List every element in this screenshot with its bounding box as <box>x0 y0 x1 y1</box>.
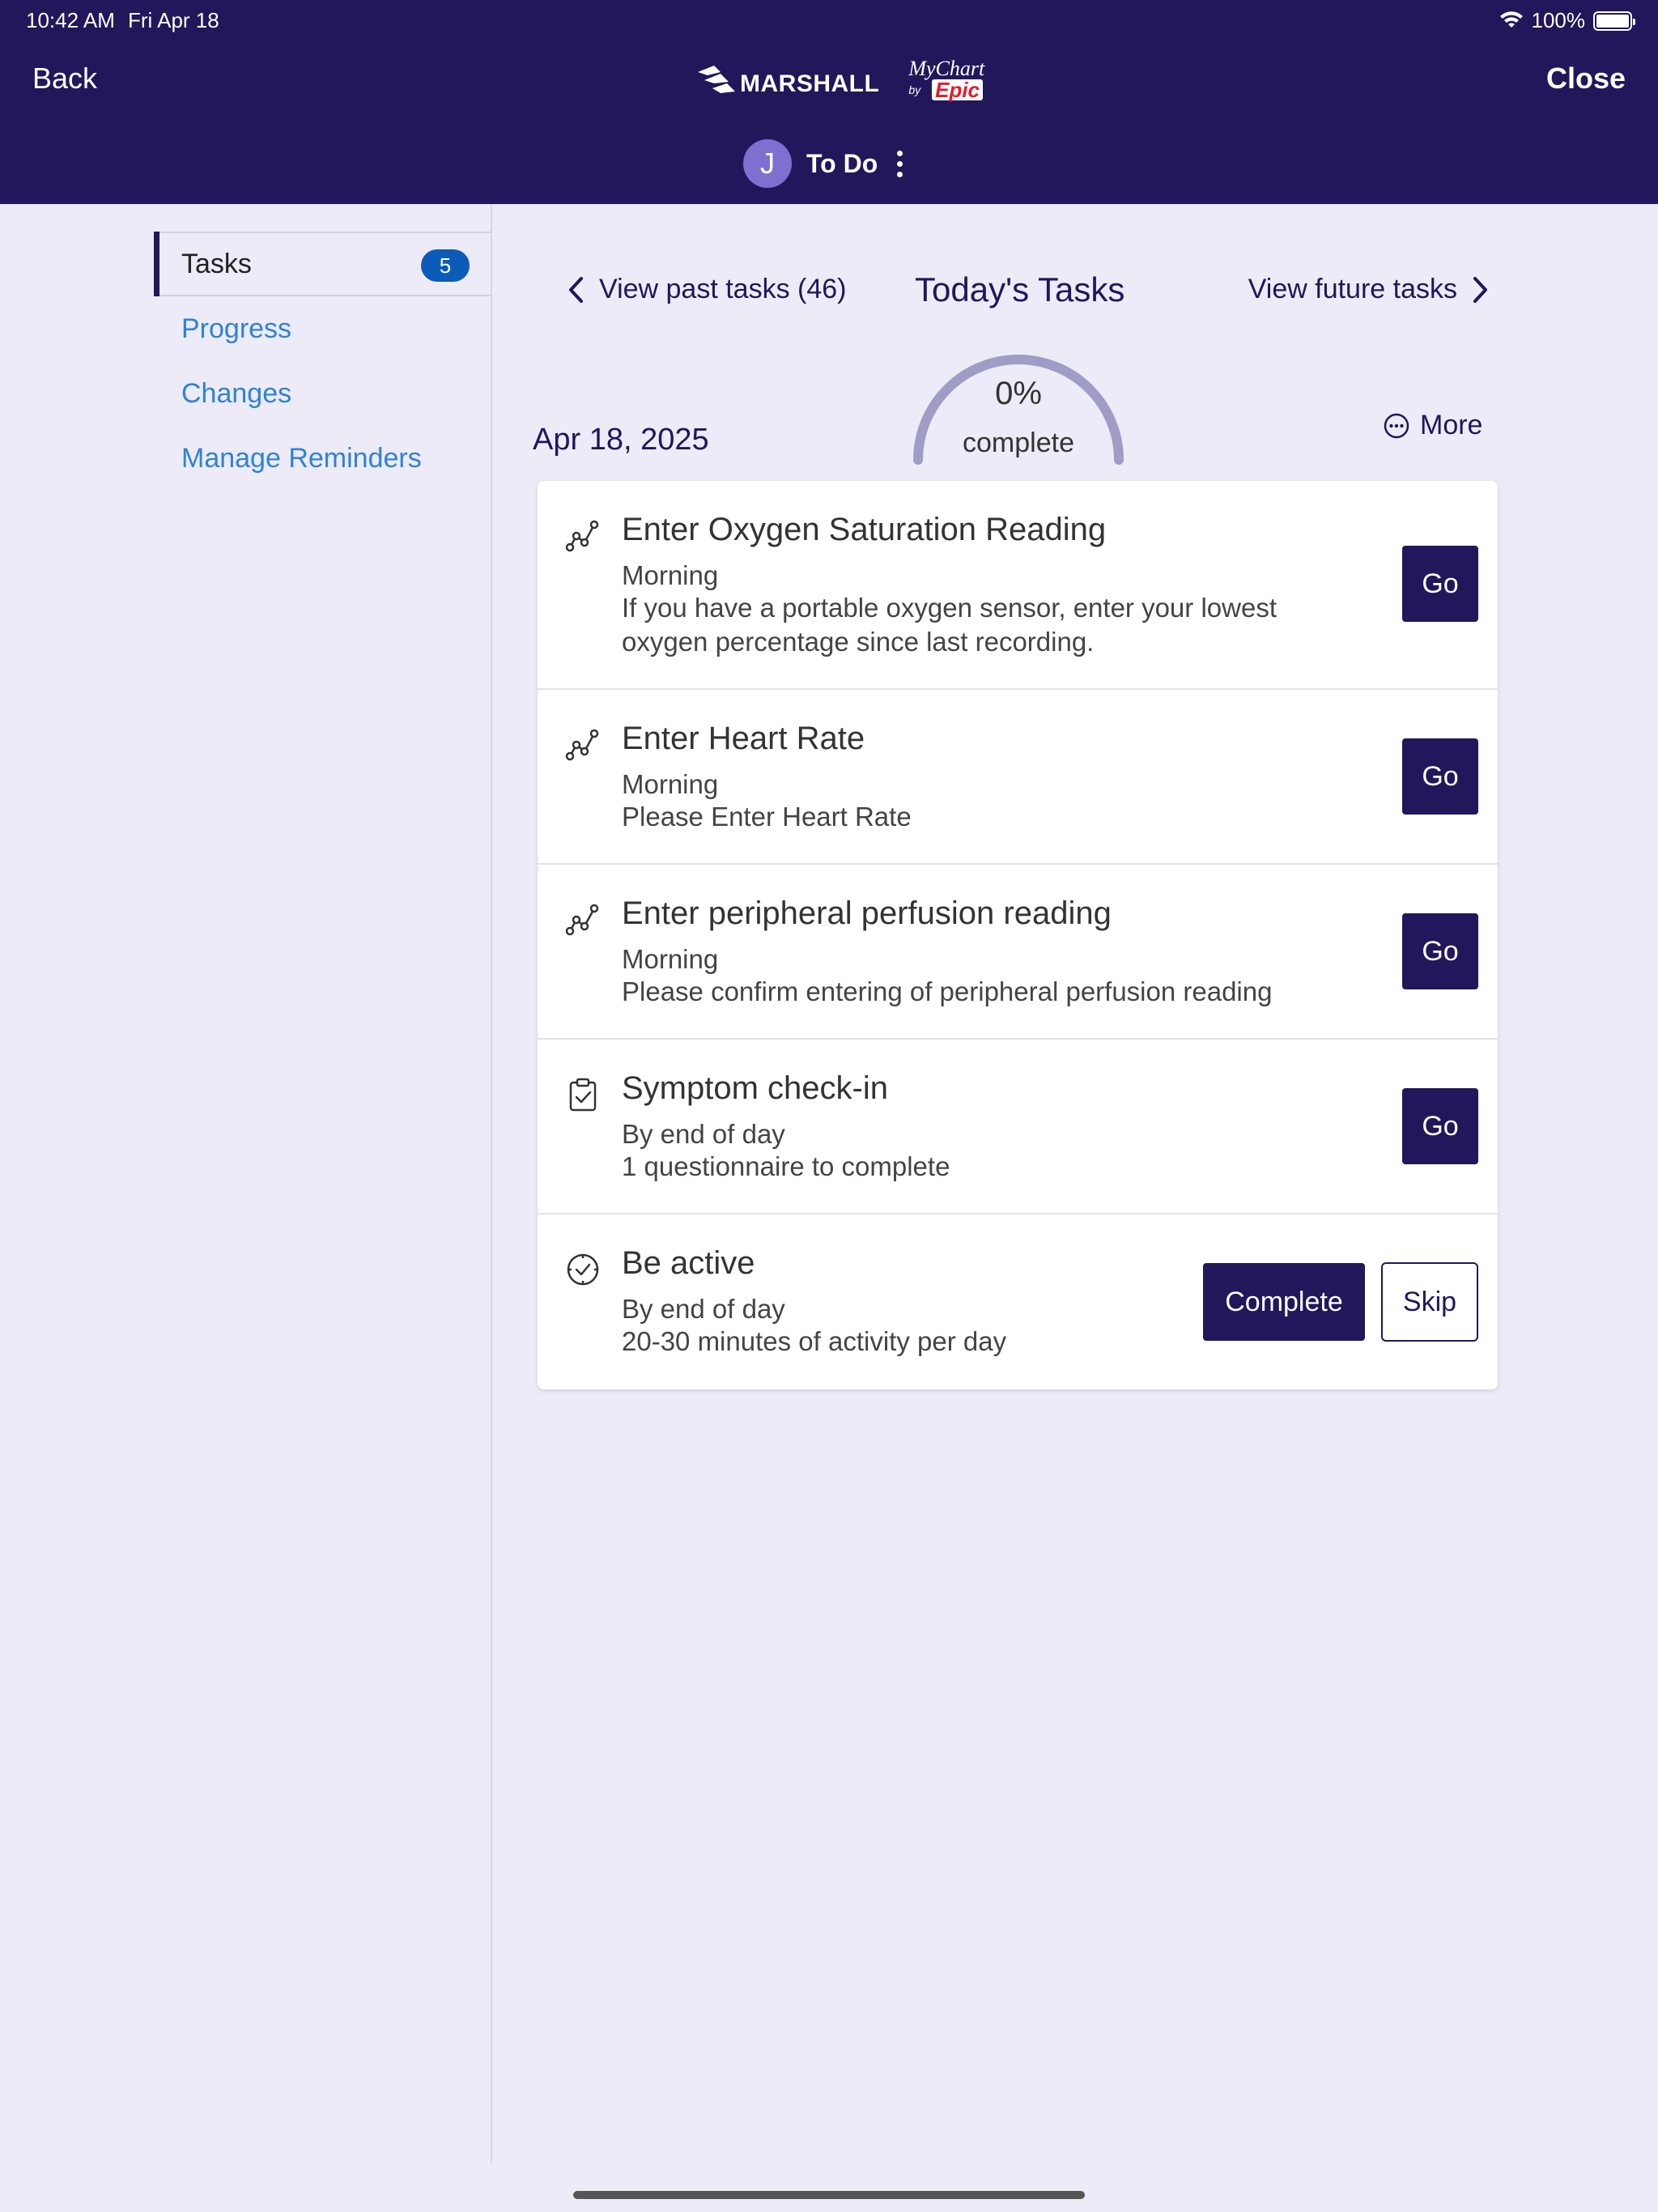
sidebar-item-tasks[interactable]: Tasks 5 <box>154 232 492 296</box>
task-description-line: If you have a portable oxygen sensor, en… <box>622 593 1277 623</box>
task-title: Enter Heart Rate <box>622 721 865 756</box>
go-button[interactable]: Go <box>1402 738 1478 815</box>
todays-tasks-title: Today's Tasks <box>915 270 1125 308</box>
task-when: Morning <box>622 944 719 974</box>
app-header: 10:42 AM Fri Apr 18 100% Back Close MARS… <box>0 0 1658 204</box>
task-description-line: Please Enter Heart Rate <box>622 802 912 832</box>
status-time: 10:42 AM <box>26 8 115 32</box>
sidebar-item-label: Manage Reminders <box>181 442 422 474</box>
marshall-mychart-logo: MARSHALL MyChart by Epic <box>696 55 984 104</box>
task-when: By end of day <box>622 1119 785 1149</box>
more-button[interactable]: More <box>1383 410 1482 441</box>
task-row-heart-rate: Enter Heart Rate Morning Please Enter He… <box>538 690 1498 865</box>
go-button[interactable]: Go <box>1402 546 1478 622</box>
sidebar-item-changes[interactable]: Changes <box>154 361 492 426</box>
task-description-line: 20-30 minutes of activity per day <box>622 1326 1007 1356</box>
status-bar: 10:42 AM Fri Apr 18 100% <box>0 0 1658 39</box>
complete-button[interactable]: Complete <box>1203 1263 1365 1341</box>
progress-gauge: 0% complete <box>910 347 1127 468</box>
page-title-bar: J To Do <box>743 139 908 188</box>
task-title: Enter peripheral perfusion reading <box>622 895 1112 931</box>
chart-line-icon <box>565 520 599 552</box>
more-options-icon[interactable] <box>892 150 908 177</box>
back-button[interactable]: Back <box>32 62 97 96</box>
home-indicator[interactable] <box>573 2191 1085 2199</box>
task-description: Please confirm entering of peripheral pe… <box>622 975 1272 1009</box>
task-when: Morning <box>622 560 719 590</box>
task-row-oxygen-saturation: Enter Oxygen Saturation Reading Morning … <box>538 481 1498 690</box>
task-when: Morning <box>622 769 719 799</box>
view-past-tasks-link[interactable]: View past tasks (46) <box>567 274 847 305</box>
view-future-tasks-link[interactable]: View future tasks <box>1248 274 1490 305</box>
skip-button[interactable]: Skip <box>1381 1262 1478 1342</box>
status-date: Fri Apr 18 <box>128 8 219 32</box>
more-circle-icon <box>1384 413 1409 438</box>
task-description-line: Please confirm entering of peripheral pe… <box>622 976 1273 1006</box>
task-list: Enter Oxygen Saturation Reading Morning … <box>538 481 1498 1389</box>
progress-percent: 0% <box>995 376 1042 411</box>
task-description: 20-30 minutes of activity per day <box>622 1325 1006 1359</box>
view-future-tasks-label: View future tasks <box>1248 274 1457 304</box>
sidebar-item-manage-reminders[interactable]: Manage Reminders <box>154 426 492 491</box>
sidebar-item-progress[interactable]: Progress <box>154 296 492 361</box>
task-description-line: 1 questionnaire to complete <box>622 1151 950 1181</box>
chevron-right-icon <box>1473 276 1487 303</box>
sidebar-item-label: Progress <box>181 313 292 344</box>
battery-percent: 100% <box>1531 8 1586 32</box>
sidebar-divider <box>491 204 492 2163</box>
task-description: Please Enter Heart Rate <box>622 800 912 834</box>
stopwatch-icon <box>567 1253 599 1286</box>
mychart-wordmark: MyChart <box>908 57 985 80</box>
task-title: Be active <box>622 1245 755 1281</box>
close-button[interactable]: Close <box>1546 62 1626 96</box>
mychart-by: by <box>908 83 921 96</box>
task-date-navigation: View past tasks (46) Today's Tasks View … <box>559 267 1490 316</box>
task-title: Symptom check-in <box>622 1070 888 1106</box>
chevron-left-icon <box>569 276 583 303</box>
clipboard-check-icon <box>569 1078 597 1112</box>
mychart-logo: MyChart by Epic <box>908 58 984 100</box>
more-label: More <box>1420 410 1483 440</box>
tasks-date: Apr 18, 2025 <box>533 423 709 457</box>
avatar[interactable]: J <box>743 139 792 188</box>
sidebar-item-label: Changes <box>181 377 292 409</box>
task-row-peripheral-perfusion: Enter peripheral perfusion reading Morni… <box>538 865 1498 1040</box>
marshall-wordmark: MARSHALL <box>740 70 880 97</box>
task-title: Enter Oxygen Saturation Reading <box>622 512 1107 547</box>
status-indicators: 100% <box>1499 8 1635 33</box>
page-title: To Do <box>806 148 878 178</box>
task-description-line: oxygen percentage since last recording. <box>622 627 1095 657</box>
wifi-icon <box>1499 11 1523 28</box>
epic-wordmark: Epic <box>932 79 984 100</box>
sidebar: Tasks 5 Progress Changes Manage Reminder… <box>154 232 492 491</box>
task-description: If you have a portable oxygen sensor, en… <box>622 591 1277 659</box>
task-when: By end of day <box>622 1294 785 1324</box>
tasks-count-badge: 5 <box>421 249 470 282</box>
task-row-be-active: Be active By end of day 20-30 minutes of… <box>538 1214 1498 1389</box>
chart-line-icon <box>565 904 599 936</box>
chart-line-icon <box>565 729 599 761</box>
sidebar-item-label: Tasks <box>181 248 252 279</box>
progress-label: complete <box>963 428 1074 458</box>
marshall-wings-icon <box>698 66 735 93</box>
go-button[interactable]: Go <box>1402 1088 1478 1164</box>
go-button[interactable]: Go <box>1402 913 1478 989</box>
task-row-symptom-check-in: Symptom check-in By end of day 1 questio… <box>538 1040 1498 1214</box>
marshall-logo: MARSHALL <box>696 61 879 98</box>
battery-icon <box>1593 11 1635 31</box>
task-description: 1 questionnaire to complete <box>622 1150 950 1184</box>
view-past-tasks-label: View past tasks (46) <box>599 274 847 304</box>
